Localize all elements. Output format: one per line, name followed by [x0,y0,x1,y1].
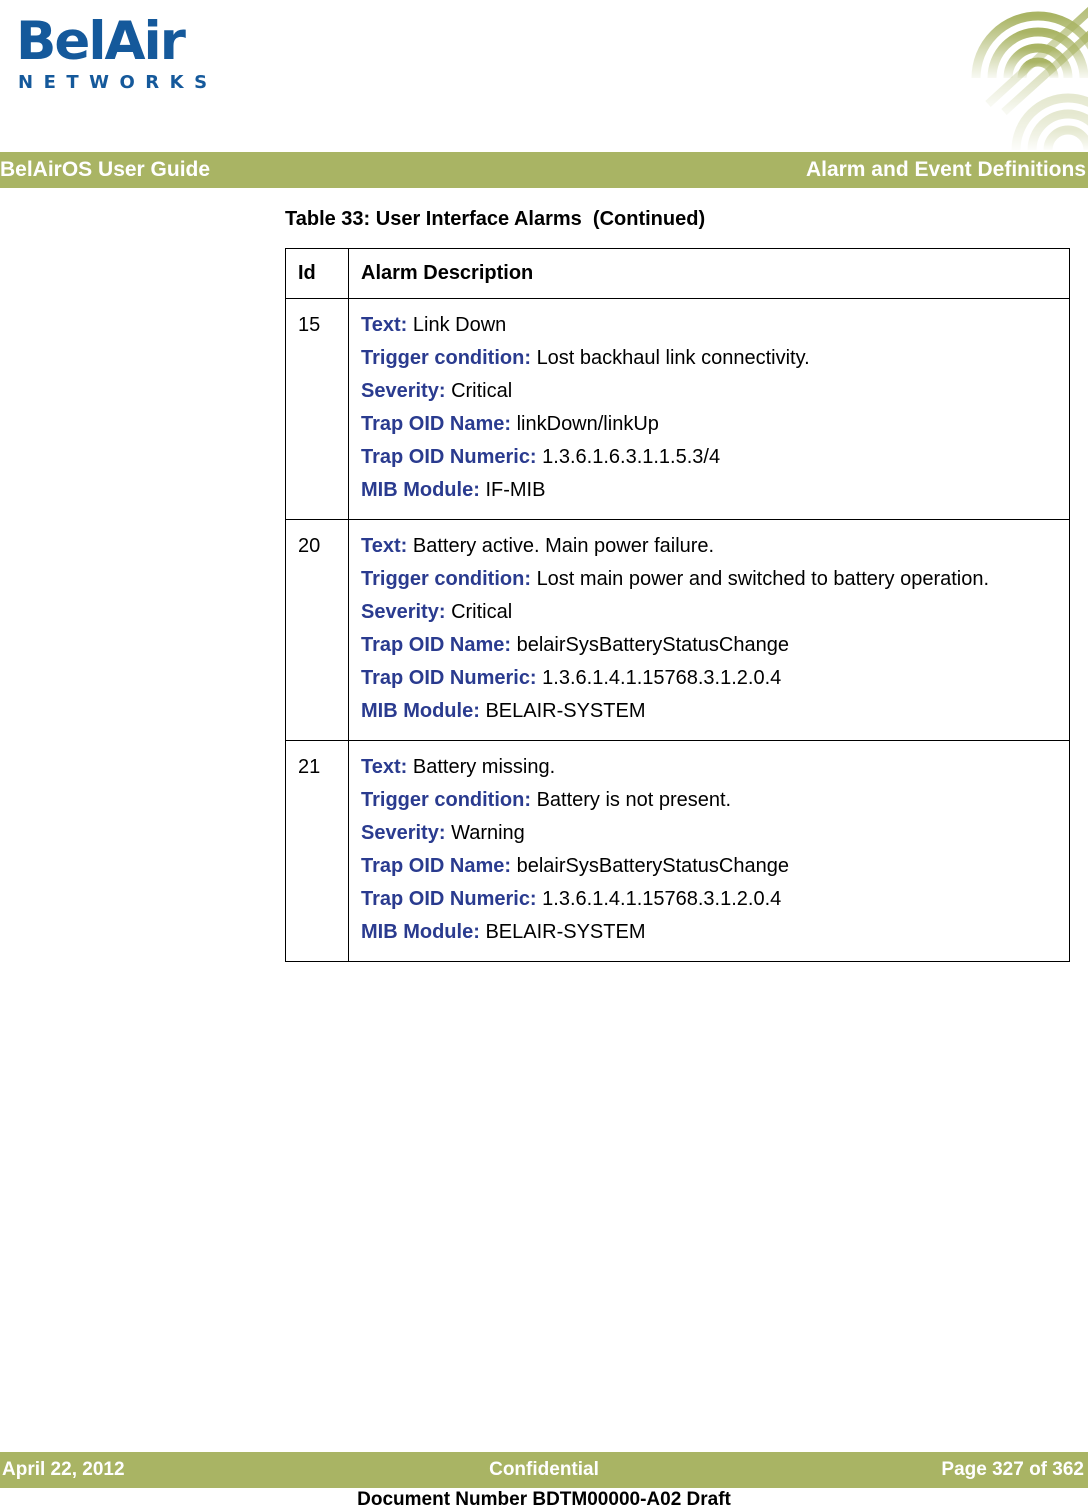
field-label-trigger: Trigger condition: [361,347,531,369]
field-value-trap-name: linkDown/linkUp [516,413,659,435]
alarm-id: 20 [285,519,349,741]
field-severity: Severity: Critical [361,375,1059,408]
field-trap-name: Trap OID Name: linkDown/linkUp [361,408,1059,441]
belair-networks-logo: BelAir NETWORKS [16,14,246,94]
field-value-severity: Critical [451,380,513,402]
field-label-severity: Severity: [361,380,446,402]
field-trap-numeric: Trap OID Numeric: 1.3.6.1.6.3.1.1.5.3/4 [361,441,1059,474]
running-header-right: Alarm and Event Definitions [805,158,1086,181]
field-value-mib: BELAIR-SYSTEM [485,921,646,943]
field-label-trigger: Trigger condition: [361,568,531,590]
field-label-text: Text: [361,314,408,336]
field-label-mib: MIB Module: [361,479,480,501]
running-header-left: BelAirOS User Guide [0,158,211,181]
alarm-description: Text: Battery missing. Trigger condition… [348,740,1070,962]
column-header-id: Id [285,248,349,299]
field-value-mib: IF-MIB [485,479,546,501]
field-label-mib: MIB Module: [361,700,480,722]
field-trigger: Trigger condition: Battery is not presen… [361,784,1059,817]
alarm-id: 15 [285,298,349,520]
footer-document-number: Document Number BDTM00000-A02 Draft [357,1489,731,1510]
field-text: Text: Link Down [361,309,1059,342]
field-value-severity: Critical [451,601,513,623]
field-value-trap-name: belairSysBatteryStatusChange [516,634,789,656]
footer-band: April 22, 2012 Confidential Page 327 of … [0,1452,1088,1488]
logo-subword: NETWORKS [18,72,218,93]
field-label-trap-name: Trap OID Name: [361,634,512,656]
field-value-trap-numeric: 1.3.6.1.4.1.15768.3.1.2.0.4 [542,667,782,689]
field-value-text: Battery missing. [412,756,556,778]
field-label-mib: MIB Module: [361,921,480,943]
field-severity: Severity: Critical [361,596,1059,629]
field-label-trap-name: Trap OID Name: [361,413,512,435]
field-mib: MIB Module: IF-MIB [361,474,1059,507]
field-label-trap-name: Trap OID Name: [361,855,512,877]
logo-wordmark: BelAir [16,11,186,72]
field-value-text: Link Down [412,314,507,336]
field-value-severity: Warning [451,822,525,844]
field-value-mib: BELAIR-SYSTEM [485,700,646,722]
user-interface-alarms-table: Id Alarm Description 15 Text: Link Down … [285,248,1070,962]
field-value-trigger: Lost backhaul link connectivity. [536,347,810,369]
field-trap-name: Trap OID Name: belairSysBatteryStatusCha… [361,850,1059,883]
field-text: Text: Battery active. Main power failure… [361,530,1059,563]
field-label-severity: Severity: [361,822,446,844]
field-mib: MIB Module: BELAIR-SYSTEM [361,916,1059,949]
alarm-description: Text: Battery active. Main power failure… [348,519,1070,741]
field-text: Text: Battery missing. [361,751,1059,784]
field-severity: Severity: Warning [361,817,1059,850]
alarm-description: Text: Link Down Trigger condition: Lost … [348,298,1070,520]
field-trigger: Trigger condition: Lost backhaul link co… [361,342,1059,375]
alarm-id: 21 [285,740,349,962]
field-label-text: Text: [361,756,408,778]
field-label-severity: Severity: [361,601,446,623]
page-header: BelAir NETWORKS [0,0,1088,152]
field-value-trap-numeric: 1.3.6.1.6.3.1.1.5.3/4 [542,446,721,468]
field-label-trap-numeric: Trap OID Numeric: [361,667,537,689]
field-mib: MIB Module: BELAIR-SYSTEM [361,695,1059,728]
column-header-alarm-description: Alarm Description [348,248,1070,299]
table-row: 15 Text: Link Down Trigger condition: Lo… [285,298,1070,520]
field-trigger: Trigger condition: Lost main power and s… [361,563,1059,596]
running-header-band: BelAirOS User Guide Alarm and Event Defi… [0,152,1088,188]
field-label-trap-numeric: Trap OID Numeric: [361,446,537,468]
footer-page-number: Page 327 of 362 [941,1459,1084,1480]
table-row: 20 Text: Battery active. Main power fail… [285,519,1070,741]
field-value-text: Battery active. Main power failure. [412,535,715,557]
field-value-trap-name: belairSysBatteryStatusChange [516,855,789,877]
table-caption: Table 33: User Interface Alarms (Continu… [285,208,706,230]
field-label-text: Text: [361,535,408,557]
field-trap-name: Trap OID Name: belairSysBatteryStatusCha… [361,629,1059,662]
field-value-trigger: Battery is not present. [536,789,732,811]
field-trap-numeric: Trap OID Numeric: 1.3.6.1.4.1.15768.3.1.… [361,662,1059,695]
radiating-arcs-icon [958,0,1088,150]
field-label-trigger: Trigger condition: [361,789,531,811]
table-row: 21 Text: Battery missing. Trigger condit… [285,740,1070,962]
field-value-trigger: Lost main power and switched to battery … [536,568,990,590]
field-trap-numeric: Trap OID Numeric: 1.3.6.1.4.1.15768.3.1.… [361,883,1059,916]
table-header-row: Id Alarm Description [285,248,1070,299]
field-value-trap-numeric: 1.3.6.1.4.1.15768.3.1.2.0.4 [542,888,782,910]
field-label-trap-numeric: Trap OID Numeric: [361,888,537,910]
footer-classification: Confidential [489,1459,599,1480]
